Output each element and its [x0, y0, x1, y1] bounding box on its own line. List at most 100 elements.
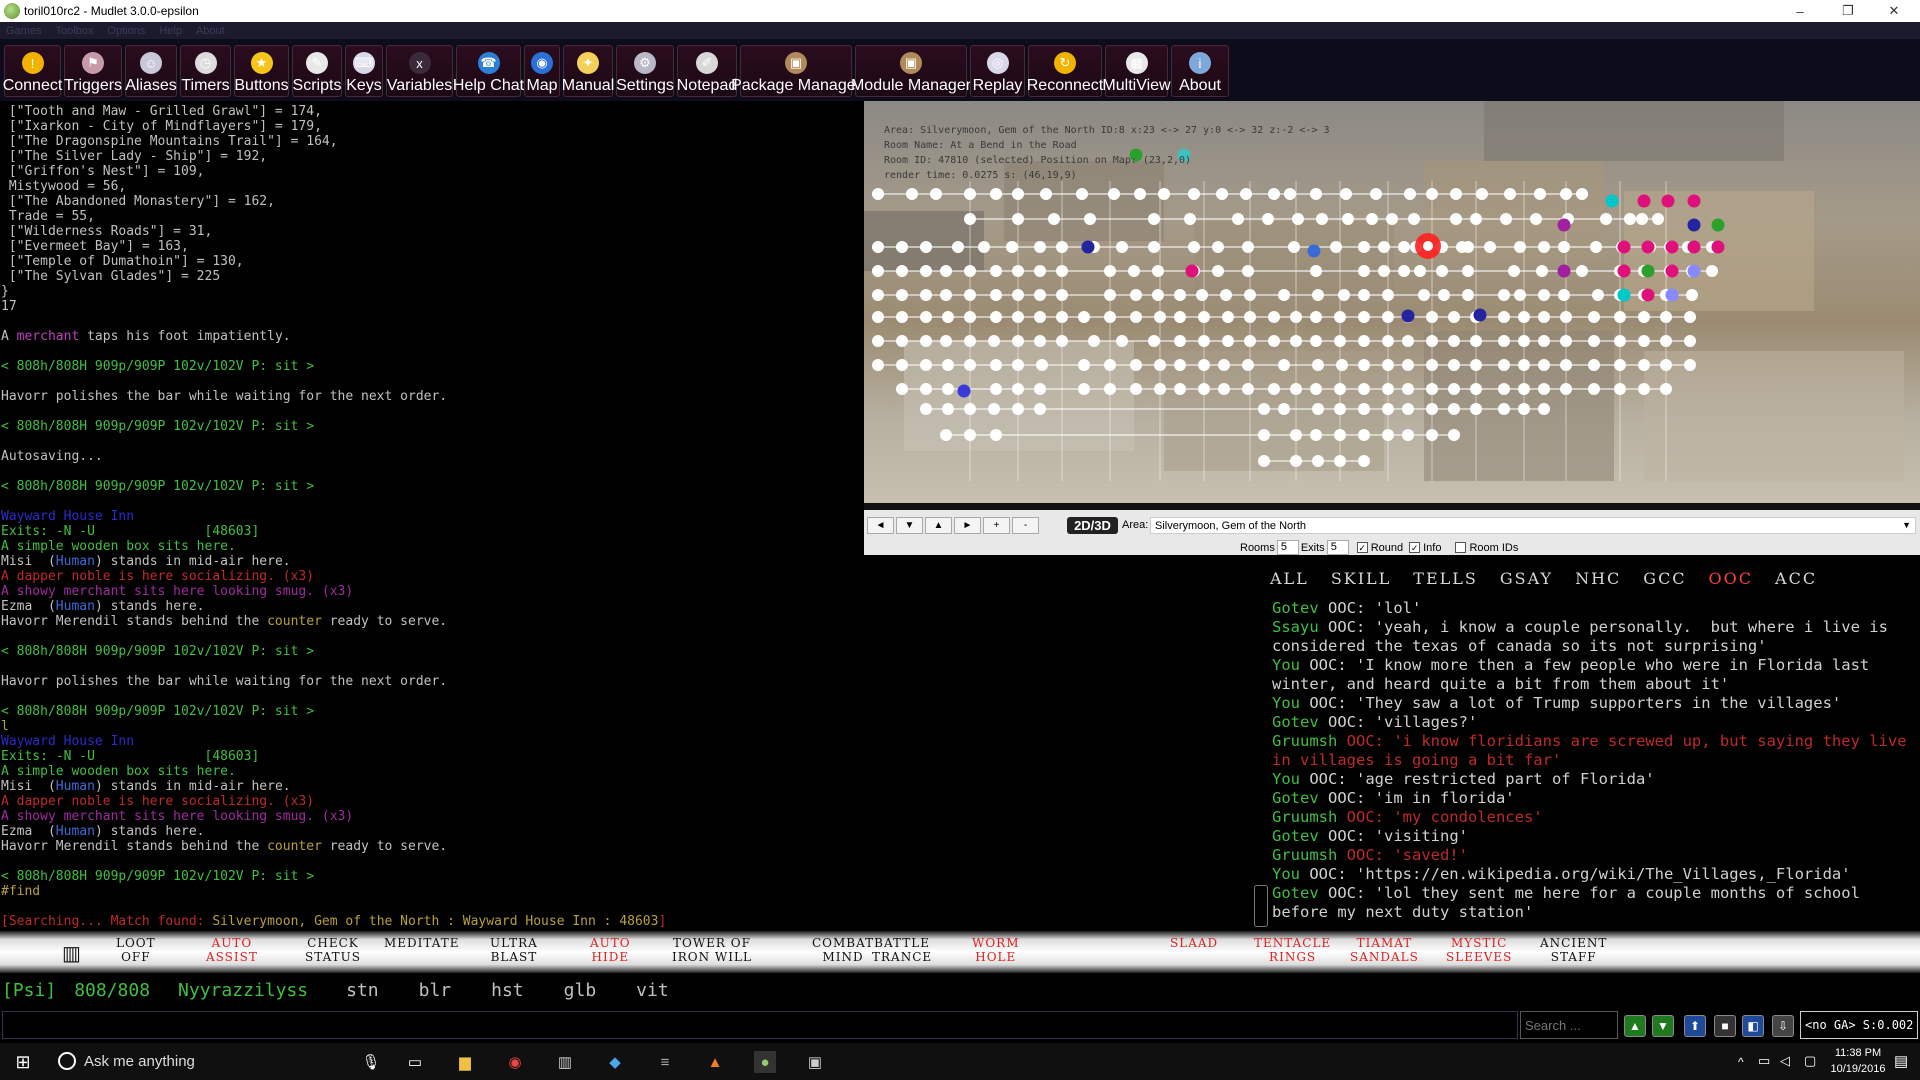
chrome-icon[interactable]: ◉ [504, 1051, 526, 1073]
menu-about[interactable]: About [190, 25, 233, 37]
map-room[interactable] [957, 384, 971, 398]
map-room[interactable] [1536, 265, 1548, 277]
map-room[interactable] [1588, 359, 1600, 371]
map-room[interactable] [1588, 311, 1600, 323]
map-room[interactable] [1576, 188, 1588, 200]
map-room[interactable] [978, 241, 990, 253]
map-room[interactable] [1088, 335, 1100, 347]
map-room[interactable] [1078, 359, 1090, 371]
map-room[interactable] [1600, 213, 1612, 225]
search-prev-icon[interactable]: ◧ [1742, 1015, 1764, 1037]
map-room[interactable] [1152, 265, 1164, 277]
chat-tab-all[interactable]: ALL [1270, 569, 1309, 588]
task-view-icon[interactable]: ▭ [404, 1051, 426, 1073]
restore-button[interactable]: ❐ [1826, 0, 1870, 22]
map-room[interactable] [1222, 311, 1234, 323]
map-room[interactable] [1438, 289, 1450, 301]
map-room[interactable] [990, 188, 1002, 200]
map-room[interactable] [1185, 264, 1199, 278]
toolbar-button-replay[interactable]: ◎ Replay [970, 45, 1025, 97]
toolbar-button-manual[interactable]: ✦ Manual [562, 45, 614, 97]
skill-button[interactable]: ULTRA BLAST [490, 936, 538, 964]
chat-tab-nhc[interactable]: NHC [1575, 569, 1621, 588]
map-room[interactable] [1617, 288, 1631, 302]
map-room[interactable] [920, 359, 932, 371]
map-room[interactable] [1278, 359, 1290, 371]
map-room[interactable] [990, 311, 1002, 323]
toolbar-button-buttons[interactable]: ★ Buttons [234, 45, 289, 97]
map-room[interactable] [1278, 403, 1290, 415]
map-room[interactable] [906, 188, 918, 200]
map-room[interactable] [1268, 188, 1280, 200]
map-room[interactable] [1638, 359, 1650, 371]
map-room[interactable] [1084, 213, 1096, 225]
map-room[interactable] [1558, 241, 1570, 253]
map-room[interactable] [990, 265, 1002, 277]
map-room[interactable] [872, 335, 884, 347]
map-room[interactable] [1624, 213, 1636, 225]
map-room[interactable] [1358, 289, 1370, 301]
map-room[interactable] [1538, 289, 1550, 301]
map-room[interactable] [1448, 335, 1460, 347]
map-room[interactable] [1706, 265, 1718, 277]
map-room[interactable] [1534, 188, 1546, 200]
menu-games[interactable]: Games [0, 25, 49, 37]
bar-handle-icon[interactable]: ▥ [62, 941, 81, 966]
map-room[interactable] [1358, 311, 1370, 323]
clock[interactable]: 11:38 PM 10/19/2016 [1826, 1045, 1890, 1077]
map-room[interactable] [1462, 265, 1474, 277]
map-room[interactable] [1636, 213, 1648, 225]
menu-options[interactable]: Options [101, 25, 153, 37]
map-room[interactable] [1310, 429, 1322, 441]
map-room[interactable] [1370, 188, 1382, 200]
map-room[interactable] [1081, 240, 1095, 254]
map-room[interactable] [896, 241, 908, 253]
map-room[interactable] [1258, 429, 1270, 441]
skill-button[interactable]: SLAAD [1170, 936, 1218, 950]
map-room[interactable] [1538, 359, 1550, 371]
emergency-stop-icon[interactable]: ■ [1714, 1015, 1736, 1037]
menu-toolbox[interactable]: Toolbox [49, 25, 101, 37]
rooms-spinbox[interactable]: 5 [1276, 540, 1299, 555]
map-room[interactable] [1258, 455, 1270, 467]
map-room[interactable] [930, 188, 942, 200]
skill-button[interactable]: TOWER OF IRON WILL [672, 936, 752, 964]
map-room[interactable] [1148, 241, 1160, 253]
map-room[interactable] [1288, 241, 1300, 253]
log-icon[interactable]: ⬆ [1684, 1015, 1706, 1037]
map-room[interactable] [1242, 359, 1254, 371]
map-room[interactable] [1605, 194, 1619, 208]
map-room[interactable] [872, 289, 884, 301]
round-checkbox[interactable]: ✓ [1356, 542, 1368, 553]
map-room[interactable] [1034, 311, 1046, 323]
map-room[interactable] [1408, 213, 1420, 225]
map-room[interactable] [990, 289, 1002, 301]
map-room[interactable] [1152, 289, 1164, 301]
map-room[interactable] [1450, 213, 1462, 225]
toolbar-button-triggers[interactable]: ⚑ Triggers [64, 45, 122, 97]
file-explorer-icon[interactable]: ▆ [454, 1051, 476, 1073]
map-room[interactable] [920, 403, 932, 415]
map-room[interactable] [1312, 289, 1324, 301]
mapper-view[interactable]: Area: Silverymoon, Gem of the North ID:8… [864, 101, 1920, 503]
map-zoom-out-button[interactable]: - [1012, 517, 1039, 534]
map-room[interactable] [920, 289, 932, 301]
map-room[interactable] [1538, 335, 1550, 347]
map-room[interactable] [1498, 311, 1510, 323]
map-room[interactable] [1473, 308, 1487, 322]
room-ids-checkbox[interactable] [1455, 542, 1467, 553]
map-room[interactable] [1130, 311, 1142, 323]
map-room[interactable] [1292, 213, 1304, 225]
map-room[interactable] [872, 241, 884, 253]
map-room[interactable] [1222, 335, 1234, 347]
toolbar-button-keys[interactable]: ⌨ Keys [345, 45, 383, 97]
map-room[interactable] [1034, 335, 1046, 347]
toolbar-button-aliases[interactable]: ☺ Aliases [125, 45, 177, 97]
chat-console[interactable]: Gotev OOC: 'lol' Ssayu OOC: 'yeah, i know… [1272, 599, 1920, 929]
toolbar-button-package-manager[interactable]: ▣ Package Manager [731, 45, 861, 97]
map-room[interactable] [1148, 213, 1160, 225]
main-console[interactable]: ["Tooth and Maw - Grilled Grawl"] = 174,… [0, 101, 864, 931]
map-room[interactable] [988, 335, 1000, 347]
map-room[interactable] [896, 335, 908, 347]
chat-scrollbar[interactable] [1254, 885, 1268, 927]
